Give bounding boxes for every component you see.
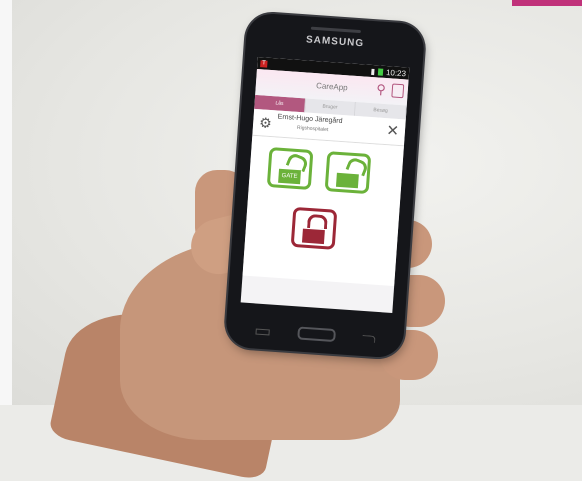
back-key[interactable] <box>362 334 376 343</box>
gate-label: GATE <box>278 168 302 185</box>
close-icon[interactable]: ✕ <box>386 121 400 140</box>
gear-icon[interactable]: ⚙ <box>259 114 273 132</box>
logout-icon[interactable] <box>391 83 405 99</box>
padlock-body <box>335 172 359 189</box>
door-unlock-button[interactable] <box>324 151 372 195</box>
status-time: 10:23 <box>385 67 407 78</box>
padlock-body <box>301 228 325 245</box>
search-icon[interactable]: ⚲ <box>376 81 387 98</box>
menu-key[interactable] <box>255 328 270 336</box>
phone-brand: SAMSUNG <box>305 34 365 50</box>
battery-icon <box>377 67 384 76</box>
photo-corner-accent <box>512 0 582 6</box>
phone-screen: T ▮ 10:23 CareApp ⚲ Lås Bruger Besøg ⚙ E… <box>240 56 410 314</box>
lock-panel: GATE <box>242 135 404 287</box>
earpiece <box>310 26 361 34</box>
door-lock-button[interactable] <box>290 206 338 250</box>
notification-badge: T <box>260 59 268 68</box>
signal-icon: ▮ <box>370 66 376 76</box>
home-button[interactable] <box>297 326 337 343</box>
user-name: Ernst-Hugo Järegård <box>277 113 343 126</box>
status-right: ▮ 10:23 <box>370 66 406 77</box>
gate-unlock-button[interactable]: GATE <box>266 147 314 191</box>
phone: SAMSUNG T ▮ 10:23 CareApp ⚲ Lås Bruger B… <box>224 12 426 359</box>
photo-left-margin <box>0 0 12 405</box>
user-location: Rigshospitalet <box>296 124 329 134</box>
padlock-closed-icon <box>307 213 328 230</box>
